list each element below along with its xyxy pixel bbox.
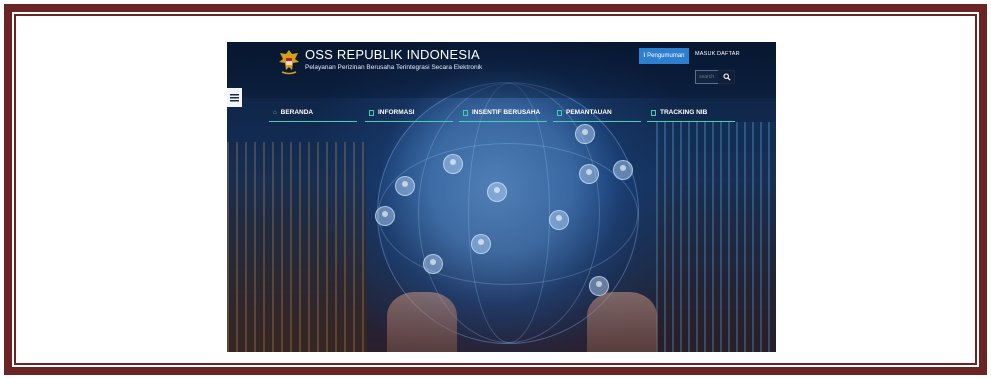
search-button[interactable] xyxy=(718,69,735,85)
nav-item-label: TRACKING NIB xyxy=(660,109,708,116)
city-skyline-left xyxy=(227,142,367,352)
nav-item-label: BERANDA xyxy=(280,109,314,116)
nav-item-tracking-nib[interactable]: TRACKING NIB xyxy=(647,104,735,122)
person-node-icon xyxy=(423,254,443,274)
person-node-icon xyxy=(487,182,507,202)
nav-item-label: INSENTIF BERUSAHA xyxy=(472,109,541,116)
pengumuman-label: Pengumuman xyxy=(647,53,685,59)
person-node-icon xyxy=(579,164,599,184)
person-node-icon xyxy=(613,160,633,180)
city-skyline-right xyxy=(656,122,776,352)
person-node-icon xyxy=(549,210,569,230)
document-icon xyxy=(651,109,656,116)
hand-left xyxy=(387,292,457,352)
hand-right xyxy=(587,292,657,352)
nav-item-informasi[interactable]: INFORMASI xyxy=(365,104,453,122)
daftar-link[interactable]: DAFTAR xyxy=(717,51,740,57)
nav-item-insentif-berusaha[interactable]: INSENTIF BERUSAHA xyxy=(459,104,547,122)
globe-parallel xyxy=(378,143,638,285)
main-navigation: ⌂ BERANDA INFORMASI INSENTIF BERUSAHA PE… xyxy=(269,104,739,122)
document-icon xyxy=(369,109,374,116)
nav-item-beranda[interactable]: ⌂ BERANDA xyxy=(269,104,357,122)
person-node-icon xyxy=(471,234,491,254)
person-node-icon xyxy=(575,124,595,144)
masuk-link[interactable]: MASUK xyxy=(695,51,716,57)
person-node-icon xyxy=(375,206,395,226)
list-icon xyxy=(230,93,239,101)
nav-item-label: INFORMASI xyxy=(378,109,415,116)
search-icon xyxy=(722,73,731,81)
person-node-icon xyxy=(443,154,463,174)
site-subtitle: Pelayanan Perizinan Berusaha Terintegras… xyxy=(305,64,483,71)
home-icon: ⌂ xyxy=(273,109,277,116)
sidebar-toggle-button[interactable] xyxy=(227,88,242,107)
site-title[interactable]: OSS REPUBLIK INDONESIA xyxy=(305,47,480,62)
nav-item-label: PEMANTAUAN xyxy=(566,109,612,116)
person-node-icon xyxy=(395,176,415,196)
nav-item-pemantauan[interactable]: PEMANTAUAN xyxy=(553,104,641,122)
document-icon xyxy=(463,109,468,116)
document-icon xyxy=(557,109,562,116)
website-screenshot: OSS REPUBLIK INDONESIA Pelayanan Perizin… xyxy=(227,42,776,352)
garuda-emblem-icon[interactable] xyxy=(277,48,301,76)
info-icon: i xyxy=(643,53,646,59)
pengumuman-button[interactable]: i Pengumuman xyxy=(639,48,689,64)
